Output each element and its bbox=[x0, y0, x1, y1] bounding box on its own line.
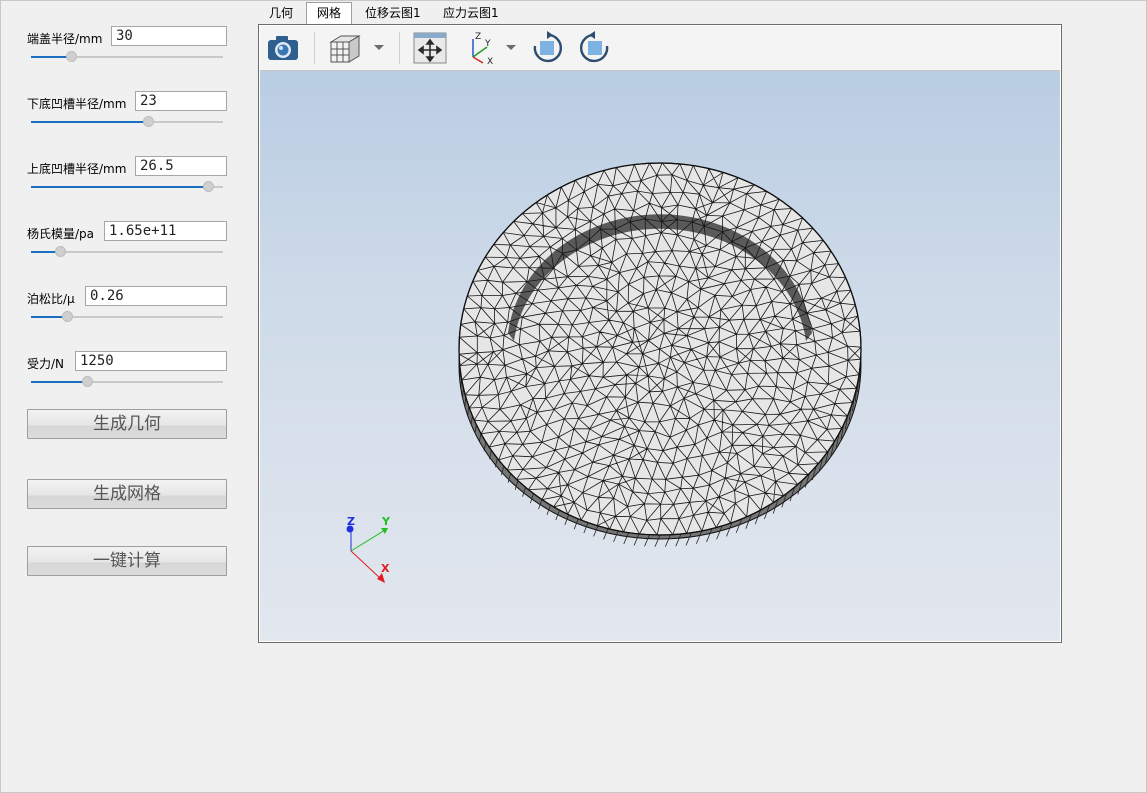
slider-thumb[interactable] bbox=[202, 181, 214, 192]
param-label: 下底凹槽半径/mm bbox=[27, 97, 127, 111]
param-label: 端盖半径/mm bbox=[27, 32, 103, 46]
tab-displacement-contour[interactable]: 位移云图1 bbox=[355, 3, 431, 24]
bottom-groove-radius-input[interactable] bbox=[135, 91, 227, 111]
svg-text:Y: Y bbox=[484, 39, 491, 49]
bottom-groove-radius-slider[interactable] bbox=[31, 115, 223, 129]
triad-y-label: Y bbox=[381, 515, 391, 528]
camera-icon[interactable] bbox=[265, 31, 301, 65]
slider-thumb[interactable] bbox=[66, 51, 78, 62]
viewer-toolbar: Z Y X bbox=[260, 26, 1060, 71]
axis-triad: Z Y X bbox=[346, 515, 391, 583]
param-bottom-groove-radius: 下底凹槽半径/mm bbox=[27, 91, 227, 141]
generate-mesh-button[interactable]: 生成网格 bbox=[27, 479, 227, 509]
slider-thumb[interactable] bbox=[81, 376, 93, 387]
triad-z-label: Z bbox=[347, 515, 355, 528]
param-poisson-ratio: 泊松比/μ bbox=[27, 286, 227, 336]
youngs-modulus-slider[interactable] bbox=[31, 245, 223, 259]
tab-mesh[interactable]: 网格 bbox=[306, 2, 353, 25]
poisson-ratio-slider[interactable] bbox=[31, 310, 223, 324]
param-label: 泊松比/μ bbox=[27, 292, 75, 306]
tab-geometry[interactable]: 几何 bbox=[259, 3, 303, 24]
top-groove-radius-input[interactable] bbox=[135, 156, 227, 176]
slider-thumb[interactable] bbox=[62, 311, 74, 322]
param-label: 受力/N bbox=[27, 357, 65, 371]
svg-text:Z: Z bbox=[475, 32, 481, 42]
param-force: 受力/N bbox=[27, 351, 227, 401]
end-cap-radius-input[interactable] bbox=[111, 26, 227, 46]
poisson-ratio-input[interactable] bbox=[85, 286, 227, 306]
axes-orientation-icon[interactable]: Z Y X bbox=[463, 31, 495, 65]
param-label: 杨氏模量/pa bbox=[27, 227, 95, 241]
viewport-scene[interactable]: Z Y X bbox=[260, 71, 1060, 641]
rotate-clockwise-icon[interactable] bbox=[530, 31, 564, 65]
top-groove-radius-slider[interactable] bbox=[31, 180, 223, 194]
tab-stress-contour[interactable]: 应力云图1 bbox=[433, 3, 509, 24]
param-label: 上底凹槽半径/mm bbox=[27, 162, 127, 176]
triad-x-label: X bbox=[381, 562, 390, 575]
slider-thumb[interactable] bbox=[143, 116, 155, 127]
3d-viewer: Z Y X Z Y X bbox=[258, 24, 1062, 643]
chevron-down-icon[interactable] bbox=[506, 45, 516, 50]
rotate-counterclockwise-icon[interactable] bbox=[578, 31, 612, 65]
fit-view-icon[interactable] bbox=[412, 31, 448, 65]
compute-button[interactable]: 一键计算 bbox=[27, 546, 227, 576]
param-end-cap-radius: 端盖半径/mm bbox=[27, 26, 227, 76]
chevron-down-icon[interactable] bbox=[374, 45, 384, 50]
generate-geometry-button[interactable]: 生成几何 bbox=[27, 409, 227, 439]
force-input[interactable] bbox=[75, 351, 227, 371]
end-cap-radius-slider[interactable] bbox=[31, 50, 223, 64]
slider-thumb[interactable] bbox=[54, 246, 66, 257]
param-top-groove-radius: 上底凹槽半径/mm bbox=[27, 156, 227, 206]
param-youngs-modulus: 杨氏模量/pa bbox=[27, 221, 227, 271]
force-slider[interactable] bbox=[31, 375, 223, 389]
view-cube-icon[interactable] bbox=[326, 31, 362, 65]
youngs-modulus-input[interactable] bbox=[104, 221, 227, 241]
svg-text:X: X bbox=[487, 57, 493, 65]
